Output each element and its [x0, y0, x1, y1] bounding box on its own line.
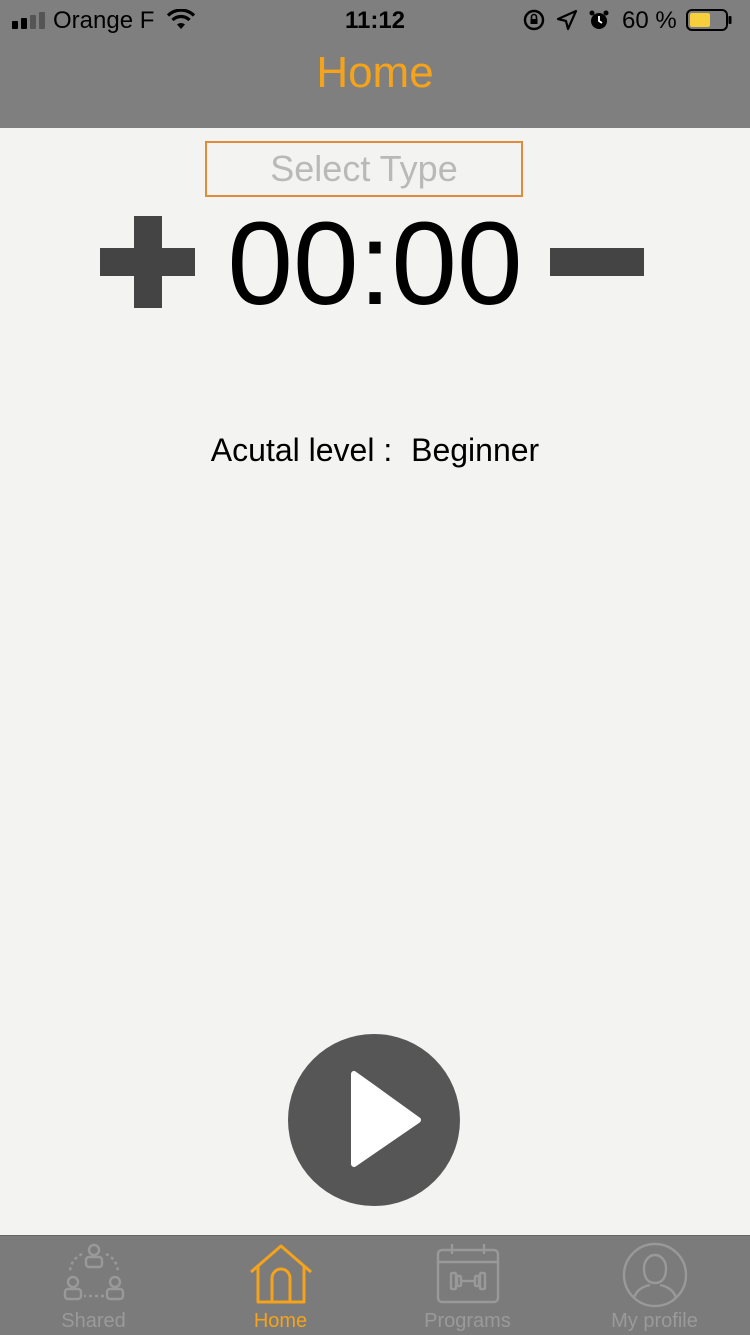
tab-bar: Shared Home Programs My profile [0, 1235, 750, 1335]
tab-shared[interactable]: Shared [0, 1236, 187, 1335]
battery-icon [686, 9, 732, 31]
profile-icon [622, 1242, 688, 1313]
shared-icon [62, 1242, 126, 1311]
battery-percentage: 60 % [622, 7, 677, 34]
level-label: Acutal level : [210, 432, 393, 468]
level-row: Acutal level : Beginner [0, 432, 750, 469]
increase-time-button[interactable] [100, 216, 195, 308]
top-bar: Orange F 11:12 60 % Home [0, 0, 750, 128]
location-icon [556, 9, 578, 38]
play-icon [351, 1071, 421, 1167]
rotation-lock-icon [522, 8, 546, 39]
minus-icon [550, 248, 644, 276]
calendar-dumbbell-icon [435, 1242, 501, 1311]
page-title: Home [316, 48, 434, 97]
tab-home-label: Home [253, 1310, 308, 1332]
decrease-time-button[interactable] [550, 248, 644, 276]
home-icon [248, 1242, 314, 1311]
status-bar: Orange F 11:12 60 % [0, 0, 750, 40]
plus-icon [100, 216, 195, 308]
timer-display: 00:00 [227, 198, 523, 330]
play-button[interactable] [288, 1034, 460, 1206]
tab-shared-label: Shared [61, 1310, 126, 1332]
tab-my-profile[interactable]: My profile [561, 1236, 748, 1335]
level-value: Beginner [411, 432, 540, 468]
tab-my-profile-label: My profile [611, 1310, 698, 1332]
tab-programs[interactable]: Programs [374, 1236, 561, 1335]
tab-home[interactable]: Home [187, 1236, 374, 1335]
alarm-icon [588, 9, 610, 38]
tab-programs-label: Programs [424, 1310, 511, 1332]
select-type-field[interactable]: Select Type [205, 141, 523, 197]
